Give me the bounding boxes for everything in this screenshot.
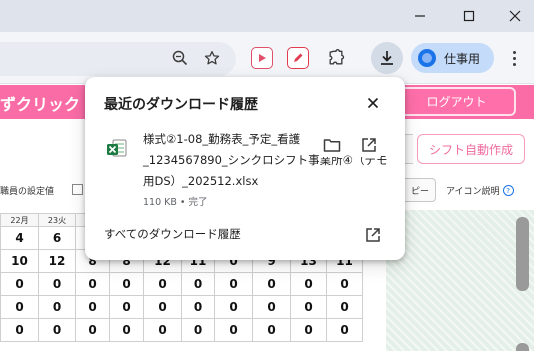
table-cell[interactable]: 0 <box>326 295 363 319</box>
table-cell[interactable]: 0 <box>109 295 144 319</box>
table-cell[interactable]: 0 <box>252 318 291 342</box>
title-bar <box>0 0 534 32</box>
table-row: 0000000000 <box>0 318 363 342</box>
table-cell[interactable]: 0 <box>0 295 39 319</box>
extension-video-icon[interactable] <box>248 44 276 72</box>
open-in-new-icon[interactable] <box>361 223 385 247</box>
site-brand-fragment: ずクリック <box>0 95 81 114</box>
download-file-name[interactable]: 様式②1-08_勤務表_予定_看護 _1234567890_シンクロシフト事業所… <box>143 129 388 192</box>
extension-pen-icon[interactable] <box>284 44 312 72</box>
excel-file-icon <box>106 137 128 159</box>
table-cell[interactable]: 0 <box>143 272 182 296</box>
download-file-meta: 110 KB • 完了 <box>143 197 208 208</box>
table-cell[interactable]: 10 <box>0 249 39 273</box>
table-cell[interactable]: 0 <box>143 318 182 342</box>
table-cell[interactable]: 0 <box>214 272 253 296</box>
profile-label: 仕事用 <box>444 51 481 66</box>
staff-settings-label: 職員の設定値 <box>0 187 55 197</box>
open-in-new-icon[interactable] <box>357 133 381 157</box>
table-cell[interactable]: 0 <box>0 318 39 342</box>
table-cell[interactable]: 0 <box>75 272 110 296</box>
table-cell[interactable]: 0 <box>143 295 182 319</box>
table-cell[interactable]: 0 <box>290 295 327 319</box>
table-row: 0000000000 <box>0 272 363 296</box>
scrollbar-thumb[interactable] <box>516 217 529 291</box>
table-cell[interactable]: 0 <box>214 318 253 342</box>
table-cell[interactable]: 0 <box>252 272 291 296</box>
table-cell[interactable]: 0 <box>109 272 144 296</box>
table-cell[interactable]: 12 <box>38 249 76 273</box>
table-cell[interactable]: 0 <box>38 272 76 296</box>
maximize-icon[interactable] <box>446 0 492 32</box>
file-name-line: 様式②1-08_勤務表_予定_看護 <box>143 132 301 146</box>
column-header: 23火 <box>38 213 76 227</box>
file-name-line: _1234567890_シンクロシフト事業所④（デモ <box>143 153 388 167</box>
table-cell[interactable]: 0 <box>252 295 291 319</box>
file-name-line: 用DS）_202512.xlsx <box>143 174 259 188</box>
profile-button[interactable]: 仕事用 <box>411 43 494 73</box>
table-cell[interactable]: 0 <box>75 295 110 319</box>
zoom-icon[interactable] <box>166 44 194 72</box>
all-downloads-link[interactable]: すべてのダウンロード履歴 <box>104 226 241 242</box>
table-cell[interactable]: 0 <box>38 295 76 319</box>
divider <box>85 217 405 218</box>
table-cell[interactable]: 0 <box>0 272 39 296</box>
table-cell[interactable]: 0 <box>290 318 327 342</box>
table-cell[interactable]: 0 <box>181 295 215 319</box>
table-cell[interactable]: 0 <box>181 272 215 296</box>
folder-icon[interactable] <box>320 133 344 157</box>
avatar <box>418 49 436 67</box>
star-icon[interactable] <box>198 44 226 72</box>
browser-window: 仕事用 ずクリック ログアウト シフト自動作成 職員の設定値 ピー アイコン説明… <box>0 0 534 351</box>
shift-auto-button[interactable]: シフト自動作成 <box>417 134 525 164</box>
minimize-icon[interactable] <box>397 0 443 32</box>
scrollbar-thumb-lower[interactable] <box>516 343 529 351</box>
table-cell[interactable]: 0 <box>181 318 215 342</box>
more-vert-icon[interactable] <box>502 46 526 70</box>
download-icon[interactable] <box>371 42 403 74</box>
puzzle-icon[interactable] <box>322 44 350 72</box>
table-cell[interactable]: 0 <box>214 295 253 319</box>
download-bubble: 最近のダウンロード履歴 様式②1-08_勤務表_予定_看護 _123456789… <box>85 77 405 260</box>
pattern-panel <box>386 210 534 351</box>
table-cell[interactable]: 0 <box>38 318 76 342</box>
logout-button[interactable]: ログアウト <box>397 87 516 116</box>
close-icon[interactable] <box>492 0 534 32</box>
table-cell[interactable]: 0 <box>109 318 144 342</box>
table-row: 0000000000 <box>0 295 363 319</box>
table-cell[interactable]: 0 <box>326 272 363 296</box>
column-header: 22月 <box>0 213 39 227</box>
table-cell[interactable]: 0 <box>326 318 363 342</box>
table-cell[interactable]: 0 <box>75 318 110 342</box>
icon-help-link[interactable]: アイコン説明 ? <box>446 184 514 197</box>
close-icon[interactable] <box>361 91 385 115</box>
checkbox[interactable] <box>72 184 83 195</box>
table-cell[interactable]: 4 <box>0 226 39 250</box>
table-cell[interactable]: 6 <box>38 226 76 250</box>
help-icon: ? <box>502 185 514 196</box>
table-cell[interactable]: 0 <box>290 272 327 296</box>
download-bubble-title: 最近のダウンロード履歴 <box>104 97 258 113</box>
icon-help-label: アイコン説明 <box>446 187 500 197</box>
